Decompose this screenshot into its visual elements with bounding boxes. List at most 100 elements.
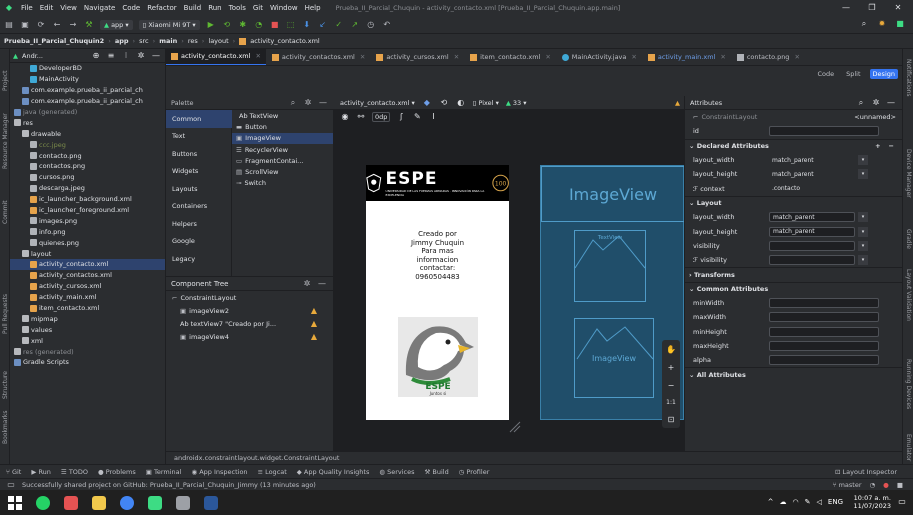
tab-activity-main[interactable]: activity_main.xml ✕ <box>643 49 731 65</box>
open-folder-icon[interactable]: ▤ <box>4 20 14 30</box>
warning-icon[interactable]: ▲ <box>311 319 317 328</box>
event-log-icon[interactable]: ● <box>883 481 889 489</box>
declared-attributes-section[interactable]: ⌄ Declared Attributes + − <box>685 138 902 153</box>
settings-gear-icon[interactable]: ✹ <box>877 19 887 29</box>
profiler-tool-button[interactable]: ◷ Profiler <box>459 468 490 476</box>
palette-item[interactable]: ☰ RecyclerView <box>232 144 333 155</box>
tray-chevron-icon[interactable]: ^ <box>768 498 774 506</box>
minimize-icon[interactable]: — <box>841 3 851 13</box>
taskbar-clock[interactable]: 10:07 a. m. 11/07/2023 <box>854 494 891 510</box>
settings-icon[interactable]: ✲ <box>302 279 312 289</box>
breadcrumb-file[interactable]: activity_contacto.xml <box>250 37 319 45</box>
menu-navigate[interactable]: Navigate <box>84 4 115 12</box>
warning-icon[interactable]: ▲ <box>311 332 317 341</box>
project-tree-item[interactable]: images.png <box>10 215 165 226</box>
layout-inspector-button[interactable]: ⊡ Layout Inspector <box>835 468 913 476</box>
breadcrumb-main[interactable]: main <box>159 37 177 45</box>
project-tree-item[interactable]: res (generated) <box>10 346 165 357</box>
project-tree-item[interactable]: descarga.jpeg <box>10 183 165 194</box>
save-icon[interactable]: ▣ <box>20 20 30 30</box>
close-tab-icon[interactable]: ✕ <box>255 52 260 60</box>
blueprint-imageview2[interactable]: ImageView <box>541 166 685 222</box>
cloud-icon[interactable]: ☁ <box>780 498 787 506</box>
settings-icon[interactable]: ✲ <box>871 98 881 108</box>
problems-tool-button[interactable]: ● Problems <box>98 468 136 476</box>
tab-contacto-png[interactable]: contacto.png ✕ <box>732 49 805 65</box>
menu-git[interactable]: Git <box>253 4 263 12</box>
menu-view[interactable]: View <box>60 4 77 12</box>
palette-category[interactable]: Text <box>166 128 232 146</box>
tab-main-activity[interactable]: MainActivity.java ✕ <box>557 49 642 65</box>
language-indicator[interactable]: ENG <box>828 498 843 506</box>
run-tool-button[interactable]: ▶ Run <box>31 468 51 476</box>
project-tree-item[interactable]: ic_launcher_foreground.xml <box>10 205 165 216</box>
view-options-icon[interactable]: ◉ <box>340 112 350 122</box>
component-tree-root[interactable]: ⌐ ConstraintLayout <box>166 291 333 304</box>
view-mode-code[interactable]: Code <box>814 69 837 79</box>
attr-value[interactable] <box>769 340 879 351</box>
palette-category[interactable]: Helpers <box>166 215 232 233</box>
palette-category[interactable]: Containers <box>166 198 232 216</box>
close-tab-icon[interactable]: ✕ <box>545 53 550 61</box>
warning-icon[interactable]: ▲ <box>311 306 317 315</box>
zoom-fit-icon[interactable]: ⊡ <box>668 415 675 424</box>
attr-value[interactable] <box>769 298 879 308</box>
chrome-icon[interactable] <box>120 495 134 510</box>
attr-value[interactable] <box>769 255 855 266</box>
pen-icon[interactable]: ✎ <box>805 498 811 506</box>
project-tree-item[interactable]: layout <box>10 248 165 259</box>
sync-status-icon[interactable]: ■ <box>897 481 903 489</box>
device-manager-tool-tab[interactable]: Device Manager <box>905 149 912 198</box>
add-attribute-icon[interactable]: + <box>875 142 880 150</box>
attr-value[interactable]: match_parent <box>769 169 855 179</box>
project-tree-item[interactable]: com.example.prueba_ii_parcial_ch <box>10 96 165 107</box>
project-tree-item[interactable]: drawable <box>10 128 165 139</box>
project-view-select[interactable]: Andr... <box>22 52 43 60</box>
close-tab-icon[interactable]: ✕ <box>454 53 459 61</box>
tab-activity-contactos[interactable]: activity_contactos.xml ✕ <box>267 49 370 65</box>
palette-item[interactable]: ▭ FragmentContai... <box>232 155 333 166</box>
menu-file[interactable]: File <box>21 4 33 12</box>
palette-category[interactable]: Google <box>166 233 232 251</box>
project-tree-item[interactable]: DeveloperBD <box>10 63 165 74</box>
project-tree-item[interactable]: ccc.jpeg <box>10 139 165 150</box>
structure-tool-tab[interactable]: Structure <box>2 371 9 399</box>
project-tree-item[interactable]: activity_cursos.xml <box>10 281 165 292</box>
remove-attribute-icon[interactable]: − <box>889 142 894 150</box>
project-tree-item[interactable]: cursos.png <box>10 172 165 183</box>
menu-build[interactable]: Build <box>184 4 202 12</box>
sdk-manager-icon[interactable]: ⬇ <box>302 20 312 30</box>
options-icon[interactable]: ⁝ <box>121 51 131 61</box>
attr-value[interactable]: match_parent <box>769 226 855 237</box>
project-tree-item[interactable]: activity_contactos.xml <box>10 270 165 281</box>
app-quality-insights-tool-button[interactable]: ◆ App Quality Insights <box>297 468 370 476</box>
build-tool-button[interactable]: ⚒ Build <box>425 468 449 476</box>
transforms-section[interactable]: › Transforms <box>685 267 902 281</box>
layout-file-select[interactable]: activity_contacto.xml ▾ <box>340 99 415 107</box>
pan-icon[interactable]: ✋ <box>666 345 676 354</box>
rollback-icon[interactable]: ↶ <box>382 20 392 30</box>
services-tool-button[interactable]: ◍ Services <box>379 468 414 476</box>
night-mode-icon[interactable]: ◐ <box>456 98 466 108</box>
close-icon[interactable]: ✕ <box>893 3 903 13</box>
history-icon[interactable]: ◷ <box>366 20 376 30</box>
maximize-icon[interactable]: ❐ <box>867 3 877 13</box>
view-mode-split[interactable]: Split <box>843 69 863 79</box>
palette-category[interactable]: Buttons <box>166 145 232 163</box>
profile-icon[interactable]: ◔ <box>254 20 264 30</box>
view-mode-design[interactable]: Design <box>869 68 898 79</box>
breadcrumb-src[interactable]: src <box>139 37 149 45</box>
status-notification-text[interactable]: Successfully shared project on GitHub: P… <box>22 481 316 489</box>
sync-icon[interactable]: ⟳ <box>36 20 46 30</box>
database-icon[interactable] <box>176 495 190 510</box>
notifications-tool-tab[interactable]: Notifications <box>905 59 912 97</box>
emulator-tool-tab[interactable]: Emulator <box>905 434 912 461</box>
palette-category[interactable]: Legacy <box>166 250 232 268</box>
dropdown-icon[interactable]: ▾ <box>858 255 868 266</box>
close-tab-icon[interactable]: ✕ <box>631 53 636 61</box>
device-preview-select[interactable]: ▯ Pixel ▾ <box>473 99 499 107</box>
dropdown-icon[interactable]: ▾ <box>858 155 868 166</box>
phone-preview[interactable]: ESPE UNIVERSIDAD DE LAS FUERZAS ARMADAS … <box>366 165 509 420</box>
menu-code[interactable]: Code <box>122 4 140 12</box>
git-branch-widget[interactable]: ⑂ master <box>833 481 862 489</box>
